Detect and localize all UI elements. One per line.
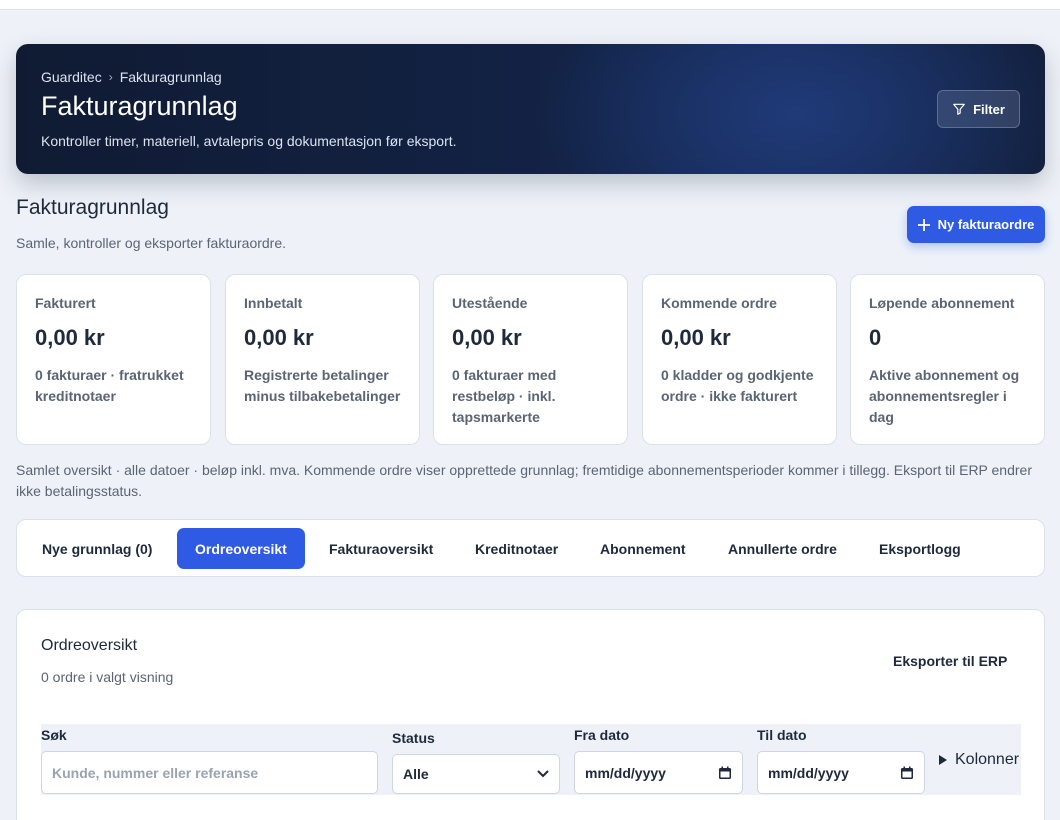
breadcrumb-item-guarditec[interactable]: Guarditec [41,69,102,85]
to-date-value: mm/dd/yyyy [768,764,849,781]
filter-button-label: Filter [973,101,1005,117]
kpi-value: 0,00 kr [244,325,314,350]
new-invoice-order-label: Ny fakturaordre [937,217,1035,232]
tab-annullerte-ordre[interactable]: Annullerte ordre [710,528,855,569]
summary-note: Samlet oversikt · alle datoer · beløp in… [16,462,1032,499]
status-select-value: Alle [403,766,429,782]
filter-icon [953,103,965,115]
export-erp-button[interactable]: Eksporter til ERP [893,653,1007,669]
page-title: Fakturagrunnlag [41,91,238,121]
tab-abonnement[interactable]: Abonnement [582,528,704,569]
columns-toggle[interactable]: Kolonner [939,751,1019,769]
kpi-card-innbetalt: Innbetalt 0,00 kr Registrerte betalinger… [225,274,420,445]
to-date-input[interactable]: mm/dd/yyyy [757,751,925,794]
calendar-icon[interactable] [718,766,732,780]
status-select[interactable]: Alle [392,754,560,794]
new-invoice-order-button[interactable]: Ny fakturaordre [907,206,1045,243]
kpi-description: 0 fakturaer · fratrukket kreditnotaer [35,367,184,404]
kpi-description: Registrerte betalinger minus tilbakebeta… [244,367,401,404]
calendar-icon[interactable] [900,766,914,780]
from-date-input[interactable]: mm/dd/yyyy [574,751,743,794]
panel-title: Ordreoversikt [41,637,138,654]
panel-subtitle: 0 ordre i valgt visning [41,669,174,685]
kpi-label: Fakturert [35,295,96,311]
section-subtitle: Samle, kontroller og eksporter fakturaor… [16,235,287,251]
kpi-label: Innbetalt [244,295,303,311]
to-date-label: Til dato [757,727,807,743]
kpi-card-fakturert: Fakturert 0,00 kr 0 fakturaer · fratrukk… [16,274,211,445]
status-label: Status [392,730,435,746]
tab-kreditnotaer[interactable]: Kreditnotaer [457,528,576,569]
from-date-value: mm/dd/yyyy [585,764,666,781]
search-label: Søk [41,727,67,743]
filter-button[interactable]: Filter [937,90,1020,128]
kpi-label: Kommende ordre [661,295,777,311]
filter-row: Søk Kunde, nummer eller referanse Status… [41,724,1021,795]
kpi-value: 0,00 kr [35,325,105,350]
plus-icon [917,218,930,231]
disclosure-triangle-icon [939,755,947,765]
breadcrumb: Guarditec › Fakturagrunnlag [41,69,222,85]
chevron-right-icon: › [108,70,113,84]
kpi-value: 0,00 kr [452,325,522,350]
kpi-label: Løpende abonnement [869,295,1015,311]
page-header-hero: Guarditec › Fakturagrunnlag Fakturagrunn… [16,44,1045,174]
kpi-card-utestaende: Utestående 0,00 kr 0 fakturaer med restb… [433,274,628,445]
section-title: Fakturagrunnlag [16,196,169,219]
kpi-card-kommende-ordre: Kommende ordre 0,00 kr 0 kladder og godk… [642,274,837,445]
order-overview-panel: Ordreoversikt 0 ordre i valgt visning Ek… [16,609,1045,820]
kpi-value: 0,00 kr [661,325,731,350]
kpi-description: 0 fakturaer med restbeløp · inkl. tapsma… [452,367,557,425]
tab-fakturaoversikt[interactable]: Fakturaoversikt [311,528,451,569]
breadcrumb-item-current: Fakturagrunnlag [119,69,222,85]
from-date-label: Fra dato [574,727,630,743]
tab-ordreoversikt[interactable]: Ordreoversikt [177,528,305,569]
columns-toggle-label: Kolonner [955,751,1020,768]
kpi-value: 0 [869,325,882,350]
top-bar [0,0,1060,10]
kpi-description: 0 kladder og godkjente ordre · ikke fakt… [661,367,814,404]
kpi-card-lopende-abonnement: Løpende abonnement 0 Aktive abonnement o… [850,274,1045,445]
page-subtitle: Kontroller timer, materiell, avtalepris … [41,133,457,149]
search-input[interactable]: Kunde, nummer eller referanse [41,751,378,794]
kpi-description: Aktive abonnement og abonnementsregler i… [869,367,1020,425]
chevron-down-icon [537,770,549,778]
tab-nye-grunnlag[interactable]: Nye grunnlag (0) [24,528,170,569]
kpi-label: Utestående [452,295,528,311]
tab-eksportlogg[interactable]: Eksportlogg [861,528,979,569]
tab-bar: Nye grunnlag (0) Ordreoversikt Fakturaov… [16,519,1045,577]
